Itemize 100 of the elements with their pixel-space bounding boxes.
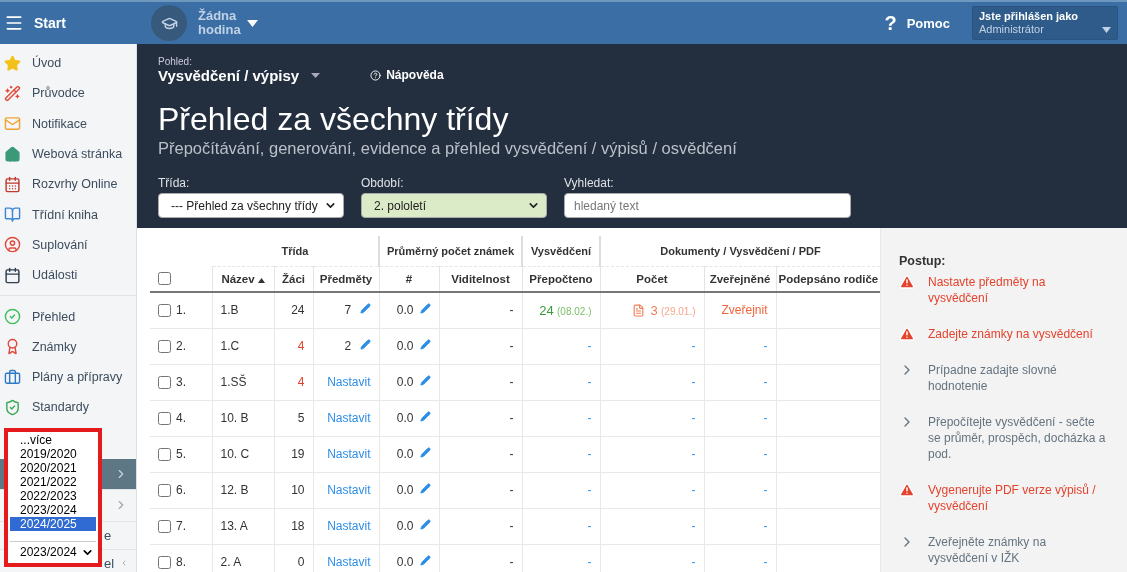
recalculated-date: (08.02.) bbox=[557, 305, 592, 317]
empty-value-link[interactable]: - bbox=[691, 519, 696, 533]
empty-value-link[interactable]: - bbox=[587, 339, 592, 353]
empty-value-link[interactable]: - bbox=[587, 555, 592, 569]
sidebar-item[interactable]: Plány a přípravy bbox=[0, 361, 136, 393]
pencil-icon[interactable] bbox=[359, 339, 371, 350]
row-checkbox[interactable] bbox=[158, 484, 171, 498]
column-header[interactable]: Zveřejněné bbox=[704, 266, 776, 292]
column-header[interactable]: Přepočteno bbox=[522, 266, 600, 292]
pencil-icon[interactable] bbox=[419, 339, 431, 350]
row-checkbox[interactable] bbox=[158, 376, 171, 390]
empty-value-link[interactable]: - bbox=[587, 447, 592, 461]
pencil-icon[interactable] bbox=[359, 303, 371, 315]
year-option[interactable]: 2023/2024 bbox=[10, 503, 96, 517]
column-header[interactable]: Žáci bbox=[274, 266, 313, 292]
sidebar-item[interactable]: Známky bbox=[0, 331, 136, 362]
student-count: 0 bbox=[297, 555, 305, 569]
student-count: 5 bbox=[297, 411, 305, 425]
row-checkbox[interactable] bbox=[158, 520, 171, 534]
pencil-icon[interactable] bbox=[419, 483, 431, 494]
start-label[interactable]: Start bbox=[34, 15, 66, 31]
empty-value-link[interactable]: - bbox=[763, 339, 768, 353]
sidebar-item[interactable]: Notifikace bbox=[0, 108, 136, 139]
sidebar-item[interactable]: Úvod bbox=[0, 48, 136, 79]
column-header[interactable]: Počet bbox=[600, 266, 704, 292]
sidebar-item[interactable]: Průvodce bbox=[0, 78, 136, 109]
year-option[interactable]: 2020/2021 bbox=[10, 461, 96, 475]
filter-label: Třída: bbox=[158, 176, 191, 190]
empty-value-link[interactable]: - bbox=[587, 483, 592, 497]
sidebar-item[interactable]: Suplování bbox=[0, 229, 136, 261]
pencil-icon[interactable] bbox=[419, 555, 431, 566]
help-link[interactable]: Nápověda bbox=[370, 68, 444, 82]
pencil-icon[interactable] bbox=[419, 411, 431, 422]
pencil-icon[interactable] bbox=[419, 519, 431, 530]
empty-value-link[interactable]: - bbox=[587, 519, 592, 533]
visibility-value: - bbox=[509, 411, 514, 425]
sidebar-item[interactable]: Události bbox=[0, 260, 136, 291]
pencil-icon[interactable] bbox=[419, 447, 431, 458]
average-value: 0.0 bbox=[396, 375, 414, 389]
year-option[interactable]: 2019/2020 bbox=[10, 447, 96, 461]
column-header[interactable]: Název bbox=[212, 266, 274, 292]
filter-select[interactable]: 2. pololetí bbox=[361, 193, 547, 218]
empty-value-link[interactable]: - bbox=[691, 555, 696, 569]
empty-value-link[interactable]: - bbox=[587, 375, 592, 389]
sidebar-item[interactable]: Webová stránka bbox=[0, 138, 136, 170]
briefcase-icon bbox=[4, 368, 21, 386]
pencil-icon[interactable] bbox=[419, 375, 431, 386]
select-all-checkbox[interactable] bbox=[158, 272, 171, 286]
column-header[interactable]: Viditelnost bbox=[439, 266, 522, 292]
help-icon: ? bbox=[884, 11, 897, 35]
caret-icon bbox=[311, 73, 321, 78]
view-selector[interactable]: Vysvědčení / výpisy bbox=[158, 67, 321, 84]
sidebar-item[interactable]: Přehled bbox=[0, 301, 136, 332]
column-header[interactable]: Předměty bbox=[313, 266, 379, 292]
year-select[interactable]: 2023/2024 bbox=[10, 541, 96, 563]
year-option[interactable]: 2022/2023 bbox=[10, 489, 96, 503]
row-checkbox[interactable] bbox=[158, 556, 171, 570]
sidebar-item[interactable]: Rozvrhy Online bbox=[0, 169, 136, 200]
filter-select[interactable]: --- Přehled za všechny třídy bbox=[158, 193, 344, 218]
class-name: 1.SŠ bbox=[220, 375, 247, 389]
row-checkbox[interactable] bbox=[158, 304, 171, 318]
view-caption: Pohled: bbox=[158, 56, 193, 67]
visibility-value: - bbox=[509, 483, 514, 497]
empty-value-link[interactable]: - bbox=[763, 483, 768, 497]
empty-value-link[interactable]: - bbox=[763, 447, 768, 461]
year-option[interactable]: 2024/2025 bbox=[10, 517, 96, 531]
empty-value-link[interactable]: - bbox=[691, 447, 696, 461]
class-name: 13. A bbox=[220, 519, 248, 533]
sidebar-item[interactable]: Třídní kniha bbox=[0, 199, 136, 230]
empty-value-link[interactable]: - bbox=[763, 519, 768, 533]
shield-check-icon bbox=[4, 398, 21, 416]
empty-value-link[interactable]: - bbox=[691, 339, 696, 353]
search-field[interactable]: hledaný text bbox=[564, 193, 851, 218]
pencil-icon[interactable] bbox=[419, 303, 431, 315]
sidebar-label: e bbox=[104, 527, 112, 543]
student-count: 24 bbox=[291, 303, 305, 318]
student-count: 4 bbox=[297, 339, 305, 353]
empty-value-link[interactable]: - bbox=[691, 483, 696, 497]
empty-value-link[interactable]: - bbox=[763, 411, 768, 425]
sidebar-item[interactable]: Standardy bbox=[0, 392, 136, 423]
filter-label: Období: bbox=[361, 176, 405, 190]
empty-value-link[interactable]: - bbox=[691, 411, 696, 425]
user-menu[interactable]: Jste přihlášen jako Administrátor bbox=[972, 6, 1118, 40]
menu-icon[interactable] bbox=[4, 13, 24, 33]
average-value: 0.0 bbox=[396, 519, 414, 533]
empty-value-link[interactable]: - bbox=[763, 555, 768, 569]
help-link[interactable]: ? Pomoc bbox=[884, 11, 950, 35]
column-header[interactable]: # bbox=[379, 266, 439, 292]
year-option[interactable]: 2021/2022 bbox=[10, 475, 96, 489]
empty-value-link[interactable]: - bbox=[763, 375, 768, 389]
row-checkbox[interactable] bbox=[158, 448, 171, 462]
year-option[interactable]: ...více bbox=[10, 433, 96, 447]
row-number: 1. bbox=[176, 303, 186, 318]
empty-value-link[interactable]: - bbox=[587, 411, 592, 425]
row-checkbox[interactable] bbox=[158, 340, 171, 354]
row-checkbox[interactable] bbox=[158, 412, 171, 426]
average-value: 0.0 bbox=[396, 555, 414, 569]
book-icon bbox=[4, 206, 21, 224]
row-number: 6. bbox=[176, 482, 186, 497]
empty-value-link[interactable]: - bbox=[691, 375, 696, 389]
